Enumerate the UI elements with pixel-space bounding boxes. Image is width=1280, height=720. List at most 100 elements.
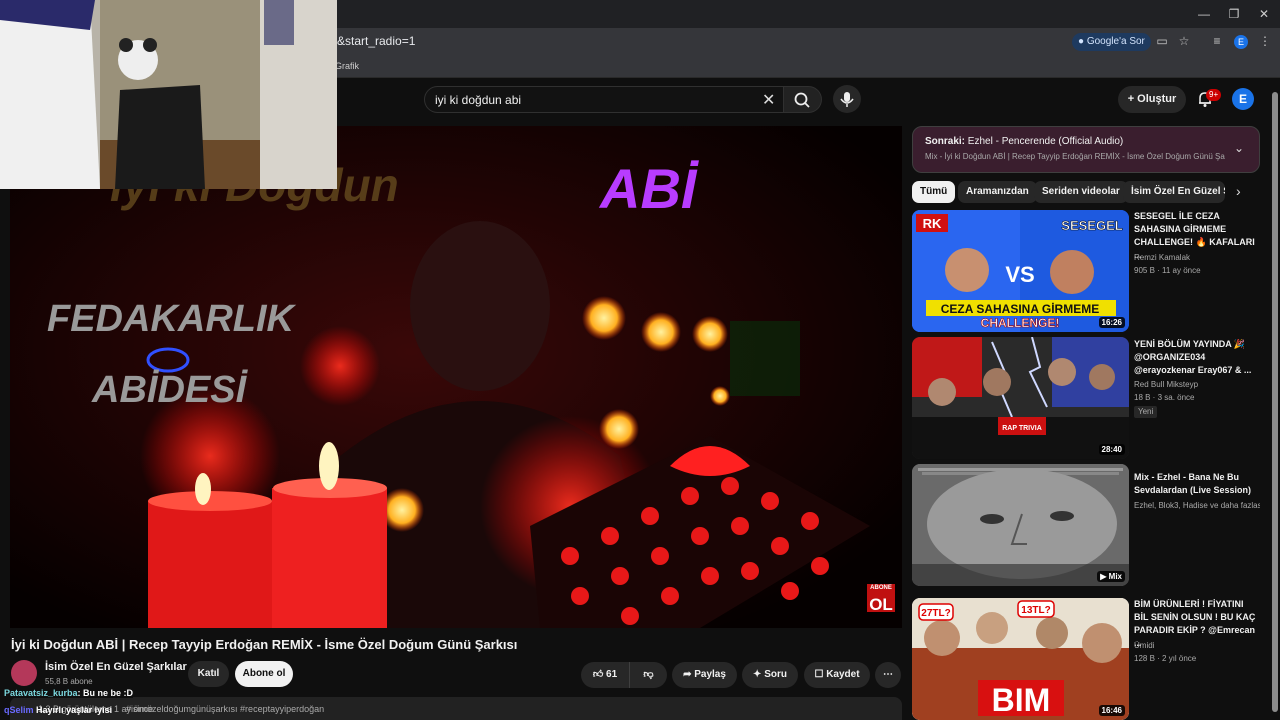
save-button[interactable]: ☐ Kaydet — [804, 662, 870, 688]
video-meta: 128 B · 2 yıl önce — [1134, 654, 1197, 663]
chat-username: qSelim — [4, 705, 34, 715]
video-duration: 16:26 — [1098, 317, 1125, 328]
save-label: Kaydet — [826, 669, 860, 680]
video-frame: İyi ki Doğdun ABİ FEDAKARLIK ABİDESİ ABO… — [10, 126, 902, 628]
voice-search-button[interactable] — [833, 85, 861, 113]
create-button[interactable]: + Oluştur — [1118, 86, 1186, 113]
mix-label: ▶ Mix — [1097, 571, 1125, 582]
video-title: İyi ki Doğdun ABİ | Recep Tayyip Erdoğan… — [11, 637, 518, 652]
ask-label: Soru — [764, 669, 787, 680]
video-channel[interactable]: Ezhel, Blok3, Hadise ve daha fazlası — [1134, 501, 1260, 510]
webcam-overlay — [0, 0, 337, 189]
chip-series[interactable]: Seriden videolar — [1034, 181, 1128, 203]
chevron-right-icon[interactable]: › — [1236, 183, 1252, 201]
thumb-sesegel: SESEGEL — [1061, 218, 1122, 233]
video-channel[interactable]: Ümidi — [1134, 641, 1154, 650]
share-icon: ➦ — [683, 669, 695, 680]
google-ask-button[interactable]: ● Google'a Sor — [1072, 33, 1151, 51]
url-text[interactable]: &start_radio=1 — [337, 34, 415, 48]
video-meta: 18 B · 3 sa. önce — [1134, 393, 1195, 402]
watermark-bottom: OL — [869, 595, 893, 614]
media-queue-icon[interactable]: ≡ — [1210, 34, 1224, 48]
chip-channel[interactable]: İsim Özel En Güzel Şarkılar — [1123, 181, 1225, 203]
ask-button[interactable]: ✦ Soru — [742, 662, 798, 688]
description-hashtags[interactable]: #isimözeldoğumgünüşarkısı #receptayyiper… — [126, 704, 324, 714]
notification-badge: 9+ — [1206, 89, 1222, 101]
video-channel[interactable]: Red Bull Miksteyp — [1134, 380, 1198, 389]
save-icon: ☐ — [814, 669, 827, 680]
overlay-text-abi: ABİ — [598, 157, 700, 220]
browser-menu-icon[interactable]: ⋮ — [1258, 34, 1272, 48]
more-icon: ⋯ — [883, 669, 893, 680]
like-button[interactable]: 👍︎ 61 — [581, 662, 629, 688]
watermark-top: ABONE — [870, 585, 892, 591]
chip-all[interactable]: Tümü — [912, 181, 956, 203]
thumb-price-2: 13TL? — [1021, 605, 1050, 616]
thumb-rap-trivia: RAP TRIVIA — [1002, 425, 1042, 432]
thumb-rk: RK — [923, 216, 942, 231]
chat-text: Hayırlı yaşlar iyisi — [36, 705, 113, 715]
video-duration: 28:40 — [1098, 444, 1125, 455]
video-meta: 905 B · 11 ay önce — [1134, 266, 1201, 275]
create-label: Oluştur — [1137, 93, 1177, 105]
chevron-down-icon[interactable]: ⌄ — [1234, 141, 1244, 155]
chat-message: qSelim Hayırlı yaşlar iyisi — [4, 705, 112, 715]
plus-icon: + — [1127, 93, 1138, 105]
video-title[interactable]: Mix - Ezhel - Bana Ne Bu Sevdalardan (Li… — [1134, 471, 1260, 497]
search-button[interactable] — [784, 86, 822, 113]
google-ask-label: Google'a Sor — [1086, 36, 1145, 47]
channel-name[interactable]: İsim Özel En Güzel Şarkılar — [45, 661, 187, 673]
thumb-banner-2: CHALLENGE! — [981, 316, 1060, 330]
thumb-vs: VS — [1005, 262, 1034, 287]
search-query-text[interactable]: iyi ki doğdun abi — [435, 93, 521, 107]
dislike-button[interactable]: 👎︎ — [629, 662, 667, 688]
video-thumbnail[interactable]: ▶ Mix — [912, 464, 1129, 586]
more-actions-button[interactable]: ⋯ — [875, 662, 901, 688]
mix-text: Mix — [1108, 572, 1122, 581]
bookmark-star-icon[interactable]: ☆ — [1177, 34, 1191, 48]
subscriber-count: 55,8 B abone — [45, 677, 93, 686]
up-next-title: Ezhel - Pencerende (Official Audio) — [967, 136, 1124, 147]
channel-avatar[interactable] — [11, 660, 37, 686]
minimize-icon[interactable]: — — [1196, 6, 1212, 22]
thumbs-up-icon: 👍︎ — [592, 669, 607, 680]
video-player[interactable]: İyi ki Doğdun ABİ FEDAKARLIK ABİDESİ ABO… — [10, 126, 902, 628]
up-next-panel[interactable] — [912, 126, 1260, 173]
sparkle-icon: ✦ — [753, 669, 765, 680]
video-thumbnail[interactable]: RAP TRIVIA 28:40 — [912, 337, 1129, 459]
thumb-bim: BIM — [992, 682, 1051, 718]
up-next-label: Sonraki: — [925, 136, 966, 147]
webcam-feed — [0, 0, 337, 189]
thumbnail-image — [912, 464, 1129, 586]
video-title[interactable]: YENİ BÖLÜM YAYINDA 🎉 @ORGANIZE034 @erayo… — [1134, 338, 1260, 377]
video-thumbnail[interactable]: RK SESEGEL VS CEZA SAHASINA GİRMEME CHAL… — [912, 210, 1129, 332]
thumbs-down-icon: 👎︎ — [643, 669, 654, 680]
browser-profile-avatar[interactable]: E — [1234, 35, 1248, 49]
chat-text: : Bu ne be :D — [77, 688, 134, 698]
up-next-mix-title: Mix - İyi ki Doğdun ABİ | Recep Tayyip E… — [925, 152, 1225, 161]
share-label: Paylaş — [694, 669, 726, 680]
bookmark-grafik[interactable]: Grafik — [335, 61, 359, 71]
thumbnail-image: RK SESEGEL VS CEZA SAHASINA GİRMEME CHAL… — [912, 210, 1129, 332]
join-button[interactable]: Katıl — [188, 661, 229, 687]
clear-search-icon[interactable]: ✕ — [762, 90, 775, 110]
overlay-text-abidesi: ABİDESİ — [91, 369, 249, 411]
maximize-icon[interactable]: ❐ — [1226, 6, 1242, 22]
thumbnail-image: 27TL? 13TL? BIM — [912, 598, 1129, 720]
microphone-icon — [840, 92, 854, 107]
cast-icon[interactable]: ▭ — [1155, 34, 1169, 48]
like-count: 61 — [606, 669, 618, 680]
new-badge: Yeni — [1134, 406, 1158, 418]
thumb-price-1: 27TL? — [921, 608, 950, 619]
close-window-icon[interactable]: ✕ — [1256, 6, 1272, 22]
chip-from-search[interactable]: Aramanızdan — [958, 181, 1037, 203]
video-thumbnail[interactable]: 27TL? 13TL? BIM 16:46 — [912, 598, 1129, 720]
subscribe-button[interactable]: Abone ol — [235, 661, 293, 687]
chat-message: Patavatsiz_kurba: Bu ne be :D — [4, 688, 134, 698]
overlay-text-fedakarlik: FEDAKARLIK — [47, 298, 297, 340]
search-icon — [794, 92, 810, 108]
scrollbar-thumb[interactable] — [1272, 92, 1278, 712]
account-avatar[interactable]: E — [1232, 88, 1254, 110]
video-channel[interactable]: Remzi Kamalak — [1134, 253, 1190, 262]
share-button[interactable]: ➦ Paylaş — [672, 662, 737, 688]
